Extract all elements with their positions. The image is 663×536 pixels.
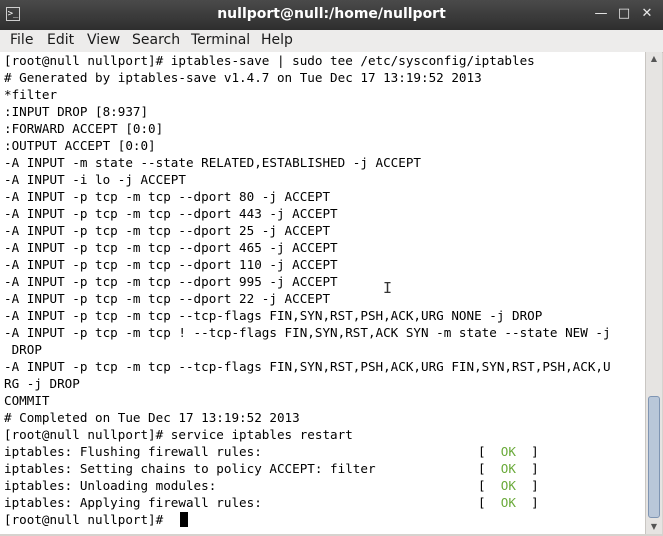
scrollbar-thumb[interactable] bbox=[648, 396, 660, 518]
terminal-output[interactable]: [root@null nullport]# iptables-save | su… bbox=[0, 52, 645, 534]
terminal-line: :OUTPUT ACCEPT [0:0] bbox=[4, 138, 156, 153]
title-bar[interactable]: >_ nullport@null:/home/nullport — □ ✕ bbox=[0, 0, 663, 30]
menu-view[interactable]: View bbox=[87, 32, 120, 48]
menu-help[interactable]: Help bbox=[261, 32, 293, 48]
terminal-line: iptables: Applying firewall rules: bbox=[4, 495, 262, 510]
terminal-line: # Completed on Tue Dec 17 13:19:52 2013 bbox=[4, 410, 300, 425]
terminal-line: iptables: Flushing firewall rules: bbox=[4, 444, 262, 459]
terminal-line: iptables: Unloading modules: bbox=[4, 478, 217, 493]
vertical-scrollbar[interactable]: ▲ ▼ bbox=[645, 52, 662, 534]
terminal-line: -A INPUT -p tcp -m tcp --dport 80 -j ACC… bbox=[4, 189, 331, 204]
terminal-line: -A INPUT -i lo -j ACCEPT bbox=[4, 172, 186, 187]
window-title: nullport@null:/home/nullport bbox=[217, 6, 446, 22]
menu-search[interactable]: Search bbox=[132, 32, 180, 48]
terminal-line: *filter bbox=[4, 87, 58, 102]
terminal-line: COMMIT bbox=[4, 393, 50, 408]
terminal-line: -A INPUT -p tcp -m tcp --tcp-flags FIN,S… bbox=[4, 308, 543, 323]
terminal-line: iptables: Setting chains to policy ACCEP… bbox=[4, 461, 376, 476]
text-cursor-icon: I bbox=[383, 279, 393, 297]
terminal-line: :INPUT DROP [8:937] bbox=[4, 104, 149, 119]
terminal-line: -A INPUT -p tcp -m tcp ! --tcp-flags FIN… bbox=[4, 325, 611, 340]
status-ok: [ OK ] bbox=[478, 495, 539, 510]
terminal-line: -A INPUT -p tcp -m tcp --dport 22 -j ACC… bbox=[4, 291, 331, 306]
terminal-line: -A INPUT -p tcp -m tcp --dport 465 -j AC… bbox=[4, 240, 338, 255]
terminal-line: -A INPUT -m state --state RELATED,ESTABL… bbox=[4, 155, 422, 170]
status-ok: [ OK ] bbox=[478, 444, 539, 459]
text-cursor bbox=[180, 512, 188, 527]
maximize-button[interactable]: □ bbox=[616, 6, 632, 22]
terminal-line: [root@null nullport]# service iptables r… bbox=[4, 427, 353, 442]
scroll-down-icon[interactable]: ▼ bbox=[646, 520, 662, 534]
terminal-line: RG -j DROP bbox=[4, 376, 80, 391]
terminal-line: -A INPUT -p tcp -m tcp --dport 25 -j ACC… bbox=[4, 223, 331, 238]
terminal-line: :FORWARD ACCEPT [0:0] bbox=[4, 121, 164, 136]
menu-bar: File Edit View Search Terminal Help bbox=[0, 30, 663, 53]
terminal-prompt: [root@null nullport]# bbox=[4, 512, 171, 527]
terminal-line: -A INPUT -p tcp -m tcp --dport 110 -j AC… bbox=[4, 257, 338, 272]
close-button[interactable]: ✕ bbox=[639, 6, 655, 22]
minimize-button[interactable]: — bbox=[593, 6, 609, 22]
terminal-line: # Generated by iptables-save v1.4.7 on T… bbox=[4, 70, 482, 85]
menu-edit[interactable]: Edit bbox=[47, 32, 74, 48]
terminal-window: >_ nullport@null:/home/nullport — □ ✕ Fi… bbox=[0, 0, 663, 536]
terminal-line: -A INPUT -p tcp -m tcp --tcp-flags FIN,S… bbox=[4, 359, 611, 374]
status-ok: [ OK ] bbox=[478, 478, 539, 493]
scroll-up-icon[interactable]: ▲ bbox=[646, 52, 662, 66]
terminal-line: [root@null nullport]# iptables-save | su… bbox=[4, 53, 535, 68]
terminal-line: -A INPUT -p tcp -m tcp --dport 995 -j AC… bbox=[4, 274, 338, 289]
menu-file[interactable]: File bbox=[10, 32, 33, 48]
status-ok: [ OK ] bbox=[478, 461, 539, 476]
terminal-line: -A INPUT -p tcp -m tcp --dport 443 -j AC… bbox=[4, 206, 338, 221]
menu-terminal[interactable]: Terminal bbox=[191, 32, 250, 48]
terminal-line: DROP bbox=[4, 342, 42, 357]
